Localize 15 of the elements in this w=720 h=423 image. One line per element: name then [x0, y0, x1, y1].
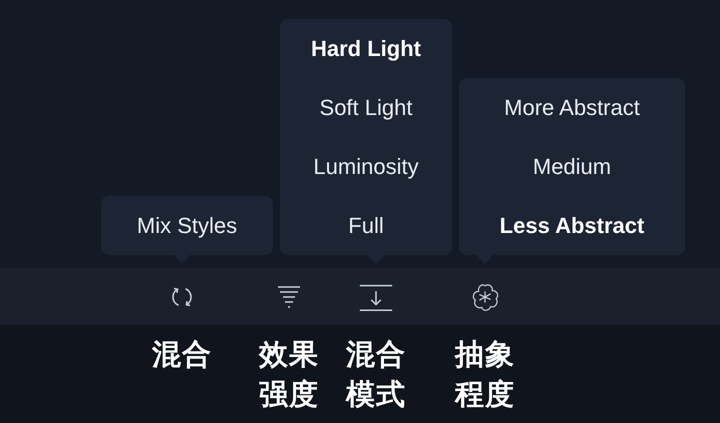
menu-option[interactable]: Mix Styles [107, 196, 267, 255]
menu-option[interactable]: Medium [465, 137, 679, 196]
tool-label: 程度 [455, 378, 515, 413]
menu-option[interactable]: More Abstract [465, 78, 679, 137]
menu-option[interactable]: Soft Light [286, 78, 446, 137]
tool-label: 混合 [152, 338, 212, 373]
menu-option[interactable]: Less Abstract [465, 196, 679, 255]
tool-label: 效果 [259, 338, 319, 373]
menu-option[interactable]: Full [286, 196, 446, 255]
tool-label: 抽象 [455, 338, 515, 373]
menu-option[interactable]: Hard Light [286, 19, 446, 78]
menu-option[interactable]: Luminosity [286, 137, 446, 196]
tool-label: 模式 [346, 378, 406, 413]
tool-label: 强度 [259, 378, 319, 413]
tool-label: 混合 [346, 338, 406, 373]
